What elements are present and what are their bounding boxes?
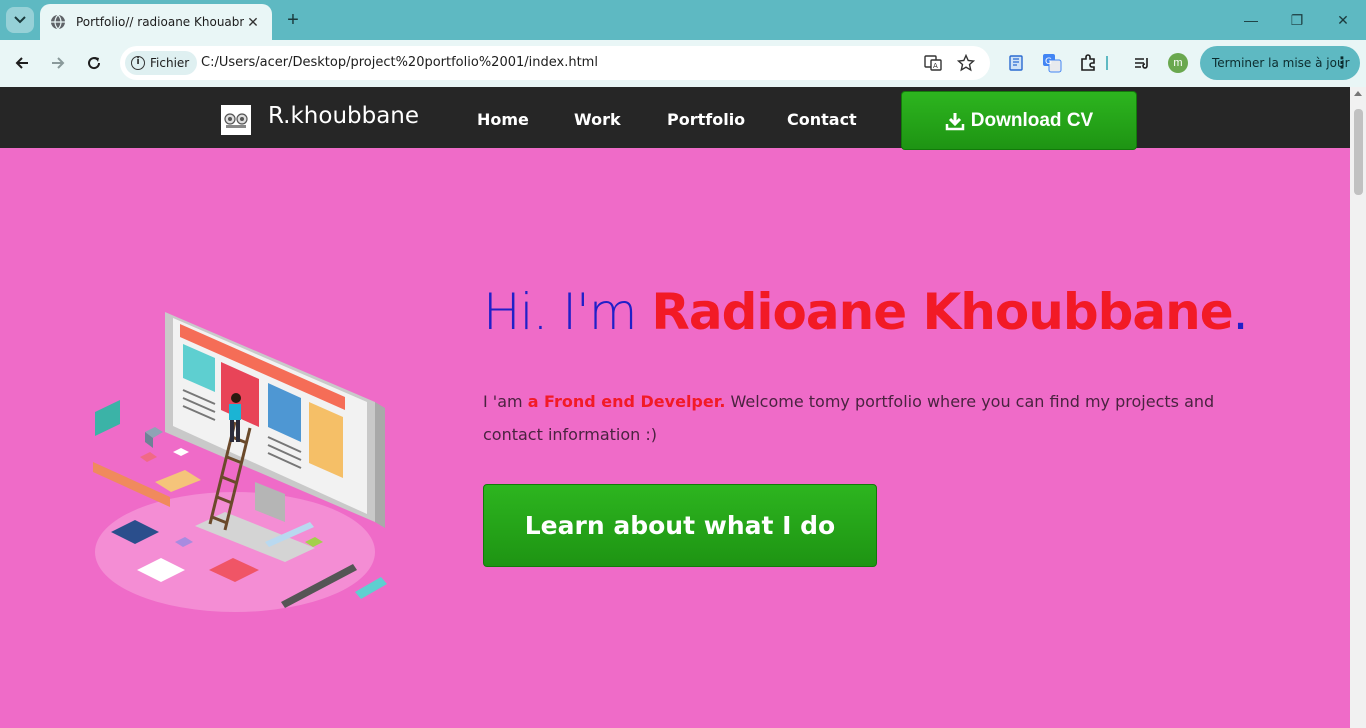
google-translate-icon[interactable]: G bbox=[1041, 52, 1063, 74]
site-brand[interactable]: R.khoubbane bbox=[268, 103, 419, 129]
reload-button[interactable] bbox=[81, 50, 107, 76]
tab-search-button[interactable] bbox=[6, 7, 34, 33]
forward-arrow-icon bbox=[52, 57, 65, 69]
info-icon: i bbox=[131, 56, 145, 70]
star-icon[interactable] bbox=[957, 54, 975, 72]
update-browser-button[interactable]: Terminer la mise à jour ⋮ bbox=[1200, 46, 1360, 80]
close-window-button[interactable]: ✕ bbox=[1320, 0, 1366, 40]
back-arrow-icon bbox=[15, 57, 28, 69]
restore-button[interactable]: ❐ bbox=[1274, 0, 1320, 40]
logo-icon bbox=[224, 113, 248, 128]
page-scrollbar[interactable] bbox=[1350, 87, 1366, 728]
nav-link-work[interactable]: Work bbox=[574, 110, 621, 129]
nav-link-contact[interactable]: Contact bbox=[787, 110, 857, 129]
scroll-up-arrow-icon[interactable] bbox=[1354, 91, 1362, 96]
translate-icon[interactable]: A bbox=[924, 54, 942, 72]
page-viewport: R.khoubbane Home Work Portfolio Contact … bbox=[0, 87, 1350, 728]
reload-icon bbox=[88, 57, 101, 70]
profile-avatar[interactable]: m bbox=[1168, 53, 1188, 73]
back-button[interactable] bbox=[9, 50, 35, 76]
download-icon bbox=[945, 112, 965, 130]
download-cv-label: Download CV bbox=[970, 109, 1094, 131]
browser-toolbar: i Fichier C:/Users/acer/Desktop/project%… bbox=[0, 40, 1366, 87]
scrollbar-thumb[interactable] bbox=[1354, 109, 1363, 195]
hero-description: I 'am a Frond end Develper. Welcome tomy… bbox=[483, 385, 1253, 451]
update-label: Terminer la mise à jour bbox=[1212, 56, 1350, 70]
nav-link-home[interactable]: Home bbox=[477, 110, 529, 129]
media-control-icon[interactable] bbox=[1131, 52, 1153, 74]
url-text[interactable]: C:/Users/acer/Desktop/project%20portfoli… bbox=[201, 55, 598, 70]
learn-more-button[interactable]: Learn about what I do bbox=[483, 484, 877, 567]
learn-more-label: Learn about what I do bbox=[524, 511, 836, 540]
new-tab-button[interactable]: + bbox=[281, 8, 305, 32]
download-cv-button[interactable]: Download CV bbox=[901, 91, 1137, 150]
chevron-down-icon bbox=[14, 16, 26, 24]
hero-role: a Frond end Develper. bbox=[527, 392, 726, 411]
hero-text-prefix: I 'am bbox=[483, 392, 528, 411]
tab-title: Portfolio// radioane Khouabne bbox=[76, 15, 244, 29]
hero-dot: . bbox=[1232, 283, 1249, 341]
hero-heading: Hi. I'm Radioane Khoubbane. bbox=[483, 283, 1249, 341]
extensions-icon[interactable] bbox=[1077, 52, 1099, 74]
browser-tab-active[interactable]: Portfolio// radioane Khouabne ✕ bbox=[40, 4, 272, 40]
svg-text:A: A bbox=[933, 62, 938, 70]
site-chip-label: Fichier bbox=[150, 56, 190, 70]
tab-strip: Portfolio// radioane Khouabne ✕ + — ❐ ✕ bbox=[0, 0, 1366, 40]
developer-illustration bbox=[93, 312, 387, 612]
tab-close-icon[interactable]: ✕ bbox=[244, 14, 262, 31]
hero-greeting: Hi. I'm bbox=[483, 283, 652, 341]
minimize-button[interactable]: — bbox=[1228, 0, 1274, 40]
site-logo[interactable] bbox=[221, 105, 251, 135]
nav-link-portfolio[interactable]: Portfolio bbox=[667, 110, 745, 129]
svg-text:G: G bbox=[1045, 57, 1052, 67]
site-navbar: R.khoubbane Home Work Portfolio Contact … bbox=[0, 87, 1350, 150]
more-menu-icon[interactable]: ⋮ bbox=[1334, 53, 1350, 72]
forward-button[interactable] bbox=[45, 50, 71, 76]
hero-name: Radioane Khoubbane bbox=[651, 283, 1233, 341]
globe-icon bbox=[51, 14, 65, 30]
reading-mode-icon[interactable] bbox=[1005, 52, 1027, 74]
toolbar-divider bbox=[1106, 56, 1108, 70]
address-bar[interactable]: i Fichier C:/Users/acer/Desktop/project%… bbox=[120, 46, 990, 80]
site-info-chip[interactable]: i Fichier bbox=[125, 51, 198, 75]
